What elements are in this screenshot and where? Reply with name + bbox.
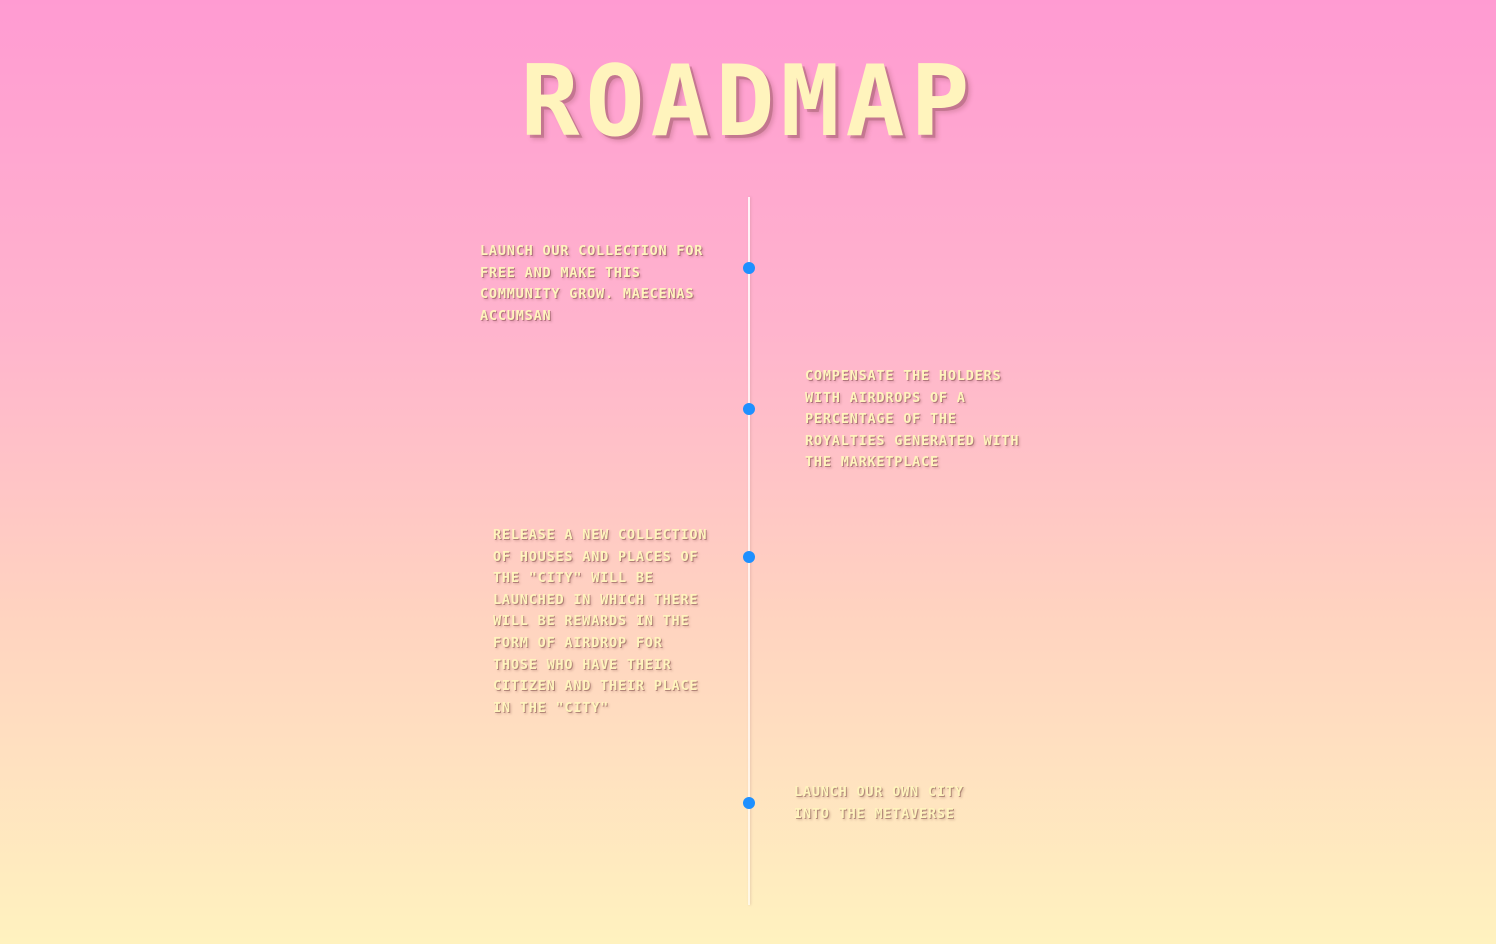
milestone-text-3: Release a new collection of houses and p… [493, 527, 708, 716]
timeline-dot-2 [743, 403, 755, 415]
roadmap-title: ROADMAP [520, 45, 976, 159]
timeline-dot-1 [743, 262, 755, 274]
timeline-dot-3 [743, 551, 755, 563]
milestone-text-2: Compensate the holders with airdrops of … [805, 368, 1020, 471]
milestone-text-1: Launch our collection for free and make … [480, 243, 704, 324]
timeline-dot-4 [743, 797, 755, 809]
milestone-text-4: Launch our own city into the metaverse [794, 784, 964, 822]
